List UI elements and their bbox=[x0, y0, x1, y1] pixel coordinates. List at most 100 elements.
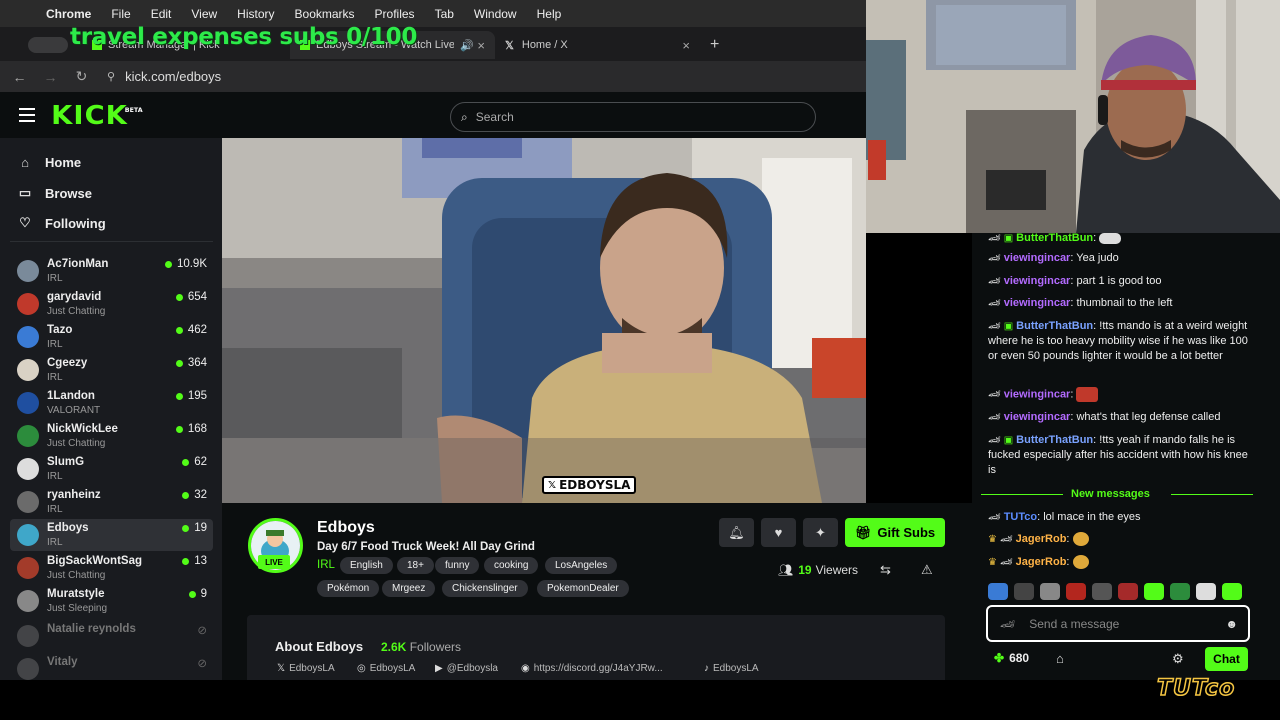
menu-chrome[interactable]: Chrome bbox=[46, 7, 91, 21]
social-label: @Edboysla bbox=[446, 663, 498, 674]
social-youtube[interactable]: ▶ @Edboysla bbox=[435, 663, 498, 674]
tab-home-x[interactable]: 𝕏 Home / X × bbox=[495, 31, 700, 59]
emote-icon[interactable] bbox=[988, 583, 1008, 600]
menu-edit[interactable]: Edit bbox=[151, 7, 172, 21]
notification-bell-button[interactable]: 🔔︎ bbox=[719, 518, 754, 547]
emote-icon[interactable] bbox=[1014, 583, 1034, 600]
live-dot bbox=[175, 293, 183, 301]
tag-english[interactable]: English bbox=[340, 557, 393, 574]
channel-name[interactable]: Edboys bbox=[317, 519, 375, 537]
menu-tab[interactable]: Tab bbox=[435, 7, 454, 21]
emote-icon[interactable] bbox=[1144, 583, 1164, 600]
chat-username[interactable]: TUTco bbox=[1004, 511, 1037, 523]
viewer-count: 654 bbox=[175, 291, 207, 303]
sparkle-button[interactable]: ✦ bbox=[803, 518, 838, 547]
tag-funny[interactable]: funny bbox=[435, 557, 480, 574]
back-icon[interactable]: ← bbox=[4, 69, 35, 85]
tag-chickenslinger[interactable]: Chickenslinger bbox=[442, 580, 528, 597]
chat-send-button[interactable]: Chat bbox=[1205, 647, 1248, 671]
tag-pokemondealer[interactable]: PokemonDealer bbox=[537, 580, 629, 597]
chat-message: 🏎︎ TUTco: lol mace in the eyes bbox=[988, 511, 1141, 523]
chat-username[interactable]: viewingincar bbox=[1004, 411, 1071, 423]
nav-home[interactable]: ⌂ Home bbox=[17, 155, 81, 170]
site-info-icon[interactable]: ⚲ bbox=[107, 70, 115, 83]
sidebar-channel-muratstyle[interactable]: Muratstyle Just Sleeping 9 bbox=[10, 585, 213, 617]
profile-pill[interactable] bbox=[8, 31, 78, 59]
url-field[interactable]: ⚲ kick.com/edboys bbox=[107, 69, 221, 84]
emote-icon[interactable] bbox=[1170, 583, 1190, 600]
sidebar-channel-garydavid[interactable]: garydavid Just Chatting 654 bbox=[10, 288, 213, 320]
sidebar-channel-nataliereynolds[interactable]: Natalie reynolds ⊘ bbox=[10, 620, 213, 652]
chat-username[interactable]: viewingincar bbox=[1004, 388, 1071, 400]
chat-username[interactable]: ButterThatBun bbox=[1016, 434, 1093, 446]
emote-icon[interactable] bbox=[1092, 583, 1112, 600]
sidebar-channel-vitaly[interactable]: Vitaly ⊘ bbox=[10, 653, 213, 680]
sidebar-channel-nickwicklee[interactable]: NickWickLee Just Chatting 168 bbox=[10, 420, 213, 452]
emoji-picker-icon[interactable]: ☻ bbox=[1225, 617, 1238, 631]
chat-username[interactable]: viewingincar bbox=[1004, 297, 1071, 309]
emote-icon[interactable] bbox=[1040, 583, 1060, 600]
emote-icon[interactable] bbox=[1196, 583, 1216, 600]
tag-cooking[interactable]: cooking bbox=[484, 557, 539, 574]
tag-pokemon[interactable]: Pokémon bbox=[317, 580, 380, 597]
speaker-icon[interactable]: 🔊 bbox=[460, 39, 474, 52]
sidebar-channel-ac7ionman[interactable]: Ac7ionMan IRL 10.9K bbox=[10, 255, 213, 287]
new-tab-button[interactable]: + bbox=[700, 31, 730, 59]
sidebar-channel-ryanheinz[interactable]: ryanheinz IRL 32 bbox=[10, 486, 213, 518]
menu-file[interactable]: File bbox=[111, 7, 130, 21]
chat-username[interactable]: ButterThatBun bbox=[1016, 232, 1093, 244]
stream-category[interactable]: IRL bbox=[317, 559, 335, 571]
tag-18plus[interactable]: 18+ bbox=[397, 557, 434, 574]
forward-icon[interactable]: → bbox=[35, 69, 66, 85]
reload-icon[interactable]: ↻ bbox=[66, 68, 97, 85]
gift-subs-button[interactable]: 🎁︎ Gift Subs bbox=[845, 518, 945, 547]
search-input[interactable]: ⌕ Search bbox=[450, 102, 816, 132]
sidebar-channel-edboys[interactable]: Edboys IRL 19 bbox=[10, 519, 213, 551]
emote-icon[interactable] bbox=[1222, 583, 1242, 600]
follow-button[interactable]: ♥ bbox=[761, 518, 796, 547]
sidebar-channel-slumg[interactable]: SlumG IRL 62 bbox=[10, 453, 213, 485]
viewer-number: 195 bbox=[187, 390, 207, 402]
chat-username[interactable]: JagerRob bbox=[1016, 556, 1067, 568]
channel-points[interactable]: ✤ 680 bbox=[994, 651, 1029, 665]
emote-icon[interactable] bbox=[1118, 583, 1138, 600]
chat-username[interactable]: viewingincar bbox=[1004, 252, 1071, 264]
report-icon[interactable]: ⚠ bbox=[921, 562, 933, 578]
menu-history[interactable]: History bbox=[237, 7, 274, 21]
menu-window[interactable]: Window bbox=[474, 7, 517, 21]
gear-icon[interactable]: ⚙ bbox=[1172, 651, 1184, 667]
chat-message-input[interactable]: 🏎︎ Send a message ☻ bbox=[986, 605, 1250, 642]
close-icon[interactable]: × bbox=[477, 38, 485, 53]
chat-username[interactable]: JagerRob bbox=[1016, 533, 1067, 545]
menu-profiles[interactable]: Profiles bbox=[375, 7, 415, 21]
channel-name: Natalie reynolds bbox=[47, 623, 136, 635]
sidebar-channel-bigsackwontsag[interactable]: BigSackWontSag Just Chatting 13 bbox=[10, 552, 213, 584]
social-tiktok[interactable]: ♪ EdboysLA bbox=[704, 663, 759, 674]
tag-mrgeez[interactable]: Mrgeez bbox=[382, 580, 436, 597]
menu-view[interactable]: View bbox=[191, 7, 217, 21]
new-messages-divider[interactable]: New messages bbox=[981, 488, 1253, 500]
sidebar-channel-1landon[interactable]: 1Landon VALORANT 195 bbox=[10, 387, 213, 419]
menu-bookmarks[interactable]: Bookmarks bbox=[295, 7, 355, 21]
channel-category: IRL bbox=[47, 471, 63, 482]
sidebar-channel-cgeezy[interactable]: Cgeezy IRL 364 bbox=[10, 354, 213, 386]
chat-username[interactable]: viewingincar bbox=[1004, 275, 1071, 287]
sidebar-channel-tazo[interactable]: Tazo IRL 462 bbox=[10, 321, 213, 353]
kick-logo[interactable]: KICK BETA bbox=[51, 101, 142, 131]
hamburger-menu-icon[interactable] bbox=[19, 108, 35, 122]
chat-message: ♛ 🏎︎ JagerRob: bbox=[988, 555, 1253, 570]
store-icon[interactable]: ⌂ bbox=[1056, 651, 1064, 666]
tag-losangeles[interactable]: LosAngeles bbox=[545, 557, 618, 574]
nav-following[interactable]: ♡ Following bbox=[17, 215, 105, 231]
close-icon[interactable]: × bbox=[682, 38, 690, 53]
menu-help[interactable]: Help bbox=[537, 7, 562, 21]
url-text: kick.com/edboys bbox=[125, 69, 222, 84]
chat-username[interactable]: ButterThatBun bbox=[1016, 320, 1093, 332]
share-icon[interactable]: ⇆ bbox=[880, 562, 891, 578]
emote-icon[interactable] bbox=[1066, 583, 1086, 600]
social-discord[interactable]: ◉ https://discord.gg/J4aYJRw... bbox=[521, 663, 663, 674]
video-player[interactable] bbox=[222, 138, 866, 503]
social-instagram[interactable]: ◎ EdboysLA bbox=[357, 663, 415, 674]
social-x[interactable]: 𝕏 EdboysLA bbox=[277, 663, 335, 674]
nav-browse[interactable]: ▭ Browse bbox=[17, 185, 92, 201]
